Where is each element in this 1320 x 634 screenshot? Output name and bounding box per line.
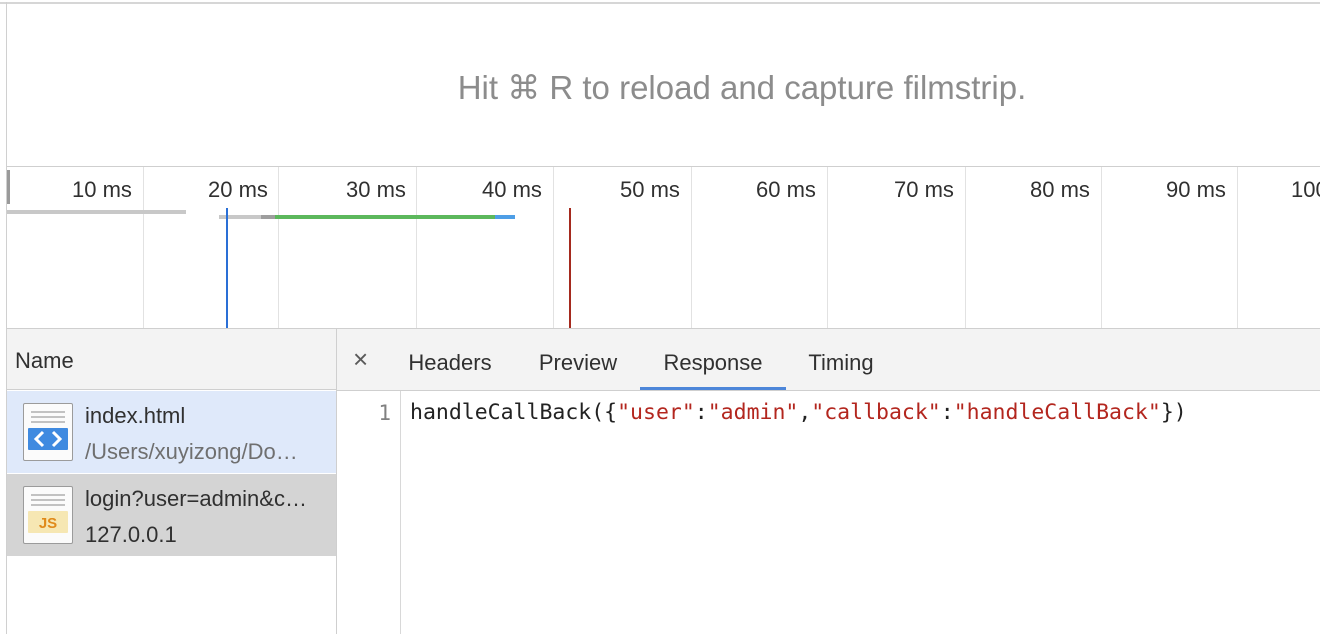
tick-label: 100 ms [1291,177,1320,202]
list-header[interactable]: Name [7,329,337,390]
code-string: "user" [617,400,695,425]
dom-content-loaded-marker [226,208,228,328]
tick-label: 60 ms [756,177,816,202]
tick-label: 90 ms [1166,177,1226,202]
gutter-divider [400,391,401,634]
grid-divider [965,167,966,328]
request-list: Name index.html /Users/xuyizong/Do… JS l… [7,329,337,634]
timeline-overview[interactable]: 10 ms 20 ms 30 ms 40 ms 50 ms 60 ms 70 m… [7,167,1320,328]
name-column-header[interactable]: Name [15,348,74,374]
window-left-border [6,2,7,634]
code-string: "handleCallBack" [953,400,1161,425]
line-number-gutter: 1 [337,391,401,634]
filmstrip-area: Hit ⌘ R to reload and capture filmstrip. [7,4,1320,166]
grid-divider [553,167,554,328]
request-path: 127.0.0.1 [85,522,177,547]
code-token: , [798,400,812,425]
tick-label: 80 ms [1030,177,1090,202]
code-token: : [694,400,708,425]
grid-divider [416,167,417,328]
tick-label: 50 ms [620,177,680,202]
line-number: 1 [378,401,391,425]
html-file-icon [23,403,73,461]
tab-preview[interactable]: Preview [523,329,633,390]
tick-label: 40 ms [482,177,542,202]
request-name: index.html [85,403,186,428]
request-row-login[interactable]: JS login?user=admin&c… 127.0.0.1 [7,474,337,556]
load-event-marker [569,208,571,328]
code-token: handleCallBack({ [410,400,618,425]
grid-divider [1237,167,1238,328]
tick-label: 30 ms [346,177,406,202]
grid-divider [278,167,279,328]
svg-text:JS: JS [39,515,57,532]
js-file-icon: JS [23,486,73,544]
response-code-line[interactable]: handleCallBack({"user":"admin","callback… [410,400,1187,425]
code-string: "callback" [811,400,941,425]
tab-headers[interactable]: Headers [393,329,507,390]
tick-label: 10 ms [72,177,132,202]
request-bar-login-receiving [275,215,495,219]
tick-label: 70 ms [894,177,954,202]
request-row-index[interactable]: index.html /Users/xuyizong/Do… [7,391,337,473]
code-token: }) [1160,400,1187,425]
close-icon[interactable]: × [353,346,368,372]
overview-range-handle[interactable] [7,170,10,204]
filmstrip-hint: Hit ⌘ R to reload and capture filmstrip. [457,69,1027,106]
grid-divider [1101,167,1102,328]
request-bar-login-download [495,215,515,219]
request-bar-login-stalled [261,215,275,219]
grid-divider [691,167,692,328]
grid-divider [827,167,828,328]
code-string: "admin" [707,400,799,425]
detail-tabbar: × Headers Preview Response Timing [337,329,1320,391]
code-token: : [940,400,954,425]
tab-response[interactable]: Response [640,329,786,390]
request-name: login?user=admin&c… [85,486,307,511]
request-bar-index [7,210,186,214]
tab-timing[interactable]: Timing [795,329,887,390]
request-path: /Users/xuyizong/Do… [85,439,298,464]
grid-divider [143,167,144,328]
tick-label: 20 ms [208,177,268,202]
